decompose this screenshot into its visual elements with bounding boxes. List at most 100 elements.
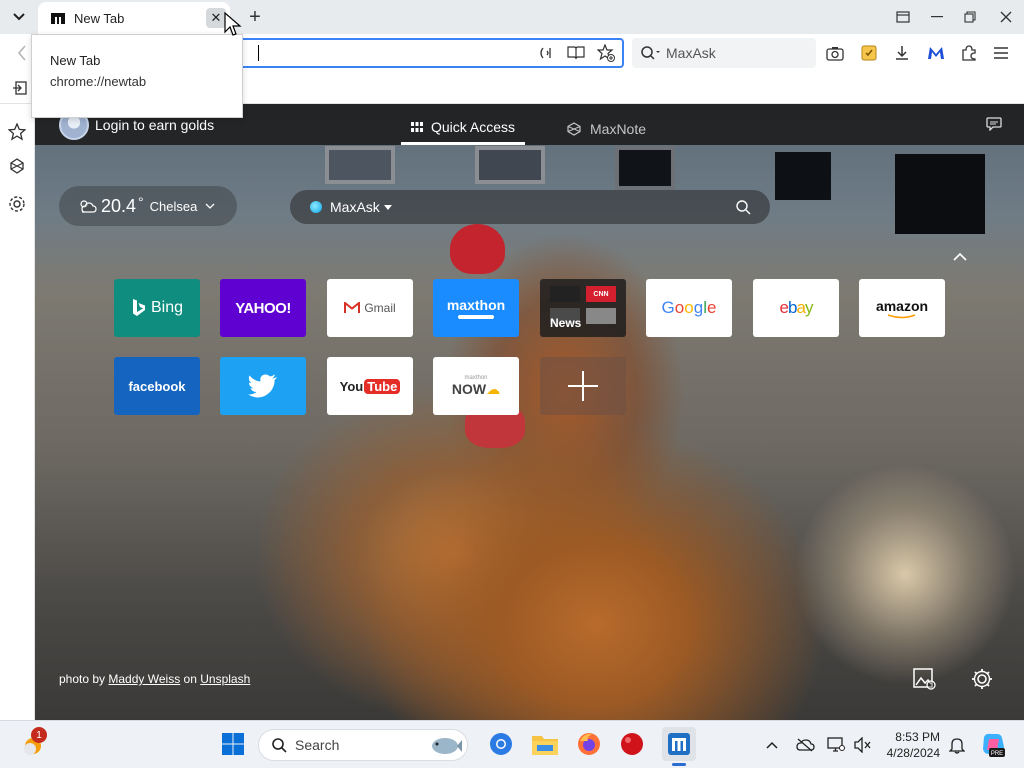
tile-ebay[interactable]: ebay <box>753 279 839 337</box>
display-button[interactable] <box>825 734 847 756</box>
background-window <box>775 152 831 200</box>
notification-badge: 1 <box>31 727 47 743</box>
feedback-button[interactable] <box>984 114 1004 134</box>
read-aloud-button[interactable] <box>534 41 558 65</box>
address-bar[interactable] <box>236 38 624 68</box>
gmail-logo-icon <box>344 302 361 313</box>
sidebar-maxnote-button[interactable] <box>5 154 29 178</box>
taskbar-app-firefox[interactable] <box>574 729 604 759</box>
screenshot-button[interactable] <box>823 41 847 65</box>
tile-label: amazon <box>875 297 929 314</box>
chevron-down-icon <box>205 203 215 209</box>
main-menu-button[interactable] <box>989 41 1013 65</box>
taskbar-search-label: Search <box>295 737 340 753</box>
tile-google[interactable]: Google <box>646 279 732 337</box>
grid-icon <box>410 122 423 132</box>
taskbar-app-maxthon[interactable] <box>662 727 696 766</box>
maxthon-tag <box>458 315 494 319</box>
page-search-bar[interactable]: MaxAsk <box>290 190 770 224</box>
tile-facebook[interactable]: facebook <box>114 357 200 415</box>
tile-label: Google <box>661 298 717 317</box>
add-tile-button[interactable] <box>540 357 626 415</box>
search-icon <box>736 200 751 215</box>
tile-label: NOW☁ <box>451 380 501 397</box>
tile-label: YAHOO! <box>235 299 291 317</box>
tab-hover-tooltip: New Tab chrome://newtab <box>31 34 243 118</box>
show-hidden-icons-button[interactable] <box>761 734 783 756</box>
left-sidebar <box>0 104 35 720</box>
minimize-button[interactable] <box>924 5 950 29</box>
page-settings-button[interactable] <box>969 666 995 692</box>
taskbar-app-chrome[interactable] <box>486 729 516 759</box>
reader-mode-button[interactable] <box>564 41 588 65</box>
chevron-down-icon <box>13 13 25 21</box>
tile-gmail[interactable]: Gmail <box>327 279 413 337</box>
news-thumb <box>586 308 616 324</box>
search-engine-selector[interactable]: MaxAsk <box>330 199 380 215</box>
downloads-button[interactable] <box>890 41 914 65</box>
new-tab-button[interactable]: + <box>244 5 266 29</box>
tab-search-dropdown[interactable] <box>6 5 32 29</box>
search-submit-button[interactable] <box>734 198 752 216</box>
puzzle-icon <box>962 45 976 61</box>
read-aloud-icon <box>540 47 551 59</box>
import-bookmarks-button[interactable] <box>8 76 32 100</box>
tab-quick-access[interactable]: Quick Access <box>401 112 525 145</box>
start-button[interactable] <box>218 729 248 759</box>
download-icon <box>896 46 908 60</box>
news-thumb-cnn: CNN <box>586 286 616 302</box>
malwarebytes-icon <box>928 47 944 59</box>
extensions-button[interactable] <box>957 41 981 65</box>
weather-widget-button[interactable]: 1 <box>18 727 48 759</box>
folder-icon <box>532 736 558 755</box>
arrow-left-icon <box>17 45 26 61</box>
tile-yahoo[interactable]: YAHOO! <box>220 279 306 337</box>
taskbar: 1 Search 8:53 PM 4/28/2024 PRE <box>0 720 1024 768</box>
notifications-button[interactable] <box>946 734 968 756</box>
maxnote-icon <box>10 158 24 174</box>
tile-maxthon[interactable]: maxthon <box>433 279 519 337</box>
tab-close-button[interactable]: ✕ <box>206 8 226 28</box>
tile-amazon[interactable]: amazon <box>859 279 945 337</box>
taskbar-clock[interactable]: 8:53 PM 4/28/2024 <box>870 729 940 761</box>
tile-maxthon-now[interactable]: maxthon NOW☁ <box>433 357 519 415</box>
tile-bing[interactable]: Bing <box>114 279 200 337</box>
search-icon <box>272 738 287 753</box>
active-indicator <box>672 763 686 766</box>
import-icon <box>13 81 27 95</box>
toolbar-search-box[interactable]: MaxAsk <box>632 38 816 68</box>
restore-button[interactable] <box>957 5 983 29</box>
photo-source-link[interactable]: Unsplash <box>200 672 250 686</box>
tile-twitter[interactable] <box>220 357 306 415</box>
amazon-smile-icon <box>887 313 916 318</box>
login-label: Login to earn golds <box>95 117 215 133</box>
svg-text:PRE: PRE <box>991 751 1003 757</box>
sidebar-settings-button[interactable] <box>5 192 29 216</box>
close-window-button[interactable] <box>993 5 1019 29</box>
clock-time: 8:53 PM <box>895 730 940 744</box>
background-window <box>615 146 675 190</box>
collapse-tiles-button[interactable] <box>953 248 967 264</box>
onedrive-button[interactable] <box>794 734 816 756</box>
windows-logo-icon <box>222 733 244 755</box>
photo-author-link[interactable]: Maddy Weiss <box>108 672 180 686</box>
sidebar-favorites-button[interactable] <box>5 120 29 144</box>
tile-label: ebay <box>779 298 814 317</box>
bookmark-add-button[interactable] <box>594 41 618 65</box>
taskbar-search[interactable]: Search <box>258 729 468 761</box>
weather-widget[interactable]: 20.4 ° Chelsea <box>59 186 237 226</box>
tab-maxnote[interactable]: MaxNote <box>566 112 646 145</box>
tile-youtube[interactable]: You Tube <box>327 357 413 415</box>
change-wallpaper-button[interactable] <box>912 666 938 692</box>
copilot-button[interactable]: PRE <box>978 730 1008 760</box>
malwarebytes-extension-button[interactable] <box>924 41 948 65</box>
taskbar-app-file-explorer[interactable] <box>530 729 560 759</box>
sidebar-toggle-button[interactable] <box>890 5 916 29</box>
taskbar-app-red-ball[interactable] <box>617 729 647 759</box>
rewards-button[interactable] <box>857 41 881 65</box>
tile-label: Gmail <box>364 301 396 315</box>
tab-new-tab[interactable]: New Tab ✕ <box>38 2 230 34</box>
tile-news[interactable]: CNN News <box>540 279 626 337</box>
tooltip-title: New Tab <box>50 53 101 68</box>
close-icon: ✕ <box>210 10 222 25</box>
